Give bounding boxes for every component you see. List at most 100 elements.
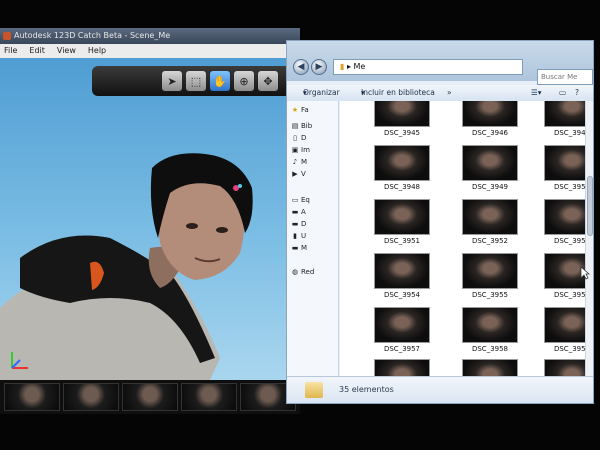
lasso-tool-button[interactable]: ⬚ <box>186 71 206 91</box>
nav-item[interactable]: ◍ Red <box>291 267 337 277</box>
breadcrumb-current[interactable]: Me <box>354 62 366 71</box>
vertical-scrollbar[interactable] <box>585 101 593 376</box>
zoom-tool-button[interactable]: ⊕ <box>234 71 254 91</box>
photo-preview <box>462 101 518 127</box>
menu-file[interactable]: File <box>4 44 17 58</box>
catch-window: Autodesk 123D Catch Beta - Scene_Me File… <box>0 28 300 414</box>
nav-item[interactable]: ▣ Im <box>291 145 337 155</box>
nav-item[interactable]: ▬ M <box>291 243 337 253</box>
orbit-icon: ✥ <box>263 74 273 88</box>
forward-arrow-icon: ▶ <box>315 62 323 72</box>
catch-title: Autodesk 123D Catch Beta - Scene_Me <box>14 31 171 40</box>
nav-item[interactable]: ♪ M <box>291 157 337 167</box>
photo-preview <box>374 359 430 376</box>
file-thumbnail[interactable] <box>462 359 518 376</box>
photo-preview <box>462 145 518 181</box>
file-thumbnail[interactable]: DSC_3948 <box>374 145 430 192</box>
nav-item-label: U <box>301 232 307 240</box>
item-count: 35 elementos <box>339 385 394 394</box>
file-thumbnail[interactable]: DSC_3950 <box>544 145 585 192</box>
nav-item[interactable]: ▮ U <box>291 231 337 241</box>
filmstrip-thumbnail[interactable] <box>181 383 237 411</box>
select-tool-button[interactable]: ➤ <box>162 71 182 91</box>
photo-preview <box>544 359 585 376</box>
3d-viewport[interactable]: ➤ ⬚ ✋ ⊕ ✥ <box>0 58 300 380</box>
file-name: DSC_3954 <box>383 291 421 299</box>
scrollbar-thumb[interactable] <box>587 176 593 236</box>
photo-preview <box>544 199 585 235</box>
nav-item[interactable]: ★ Fa <box>291 105 337 115</box>
file-thumbnail[interactable]: DSC_3957 <box>374 307 430 354</box>
organize-button[interactable]: Organizar ▾ <box>303 85 340 101</box>
more-commands-button[interactable]: » <box>447 85 452 101</box>
nav-item-label: Im <box>301 146 310 154</box>
file-thumbnail[interactable]: DSC_3947 <box>544 101 585 138</box>
document-icon: ▯ <box>293 134 297 142</box>
file-thumbnail[interactable]: DSC_3955 <box>462 253 518 300</box>
nav-item[interactable]: ▬ D <box>291 219 337 229</box>
filmstrip-thumbnail[interactable] <box>63 383 119 411</box>
file-thumbnail[interactable]: DSC_3956 <box>544 253 585 300</box>
filmstrip-thumbnail[interactable] <box>122 383 178 411</box>
3d-model[interactable] <box>0 58 300 380</box>
menu-help[interactable]: Help <box>88 44 106 58</box>
file-thumbnail[interactable]: DSC_3954 <box>374 253 430 300</box>
navigation-pane: ★ Fa ▤ Bib ▯ D ▣ Im ♪ M ▶ V ▭ Eq ▬ A ▬ D ▮ U ▬ M ◍ Red <box>287 101 339 376</box>
search-input[interactable]: Buscar Me <box>537 69 593 85</box>
nav-item-label: Fa <box>301 106 309 114</box>
filmstrip-thumbnail[interactable] <box>4 383 60 411</box>
nav-item[interactable]: ▤ Bib <box>291 121 337 131</box>
address-row: ◀ ▶ ▮ ▸ Me Buscar Me <box>287 41 593 85</box>
file-name: DSC_3958 <box>471 345 509 353</box>
hand-icon: ✋ <box>213 74 227 88</box>
preview-pane-icon[interactable]: ▭ <box>559 85 566 101</box>
menu-edit[interactable]: Edit <box>29 44 45 58</box>
photo-preview <box>374 253 430 289</box>
file-name: DSC_3947 <box>553 129 585 137</box>
folder-icon <box>305 382 323 398</box>
back-button[interactable]: ◀ <box>293 59 309 75</box>
file-thumbnail[interactable] <box>374 359 430 376</box>
help-icon[interactable]: ? <box>575 85 579 101</box>
file-list[interactable]: DSC_3945 DSC_3946 DSC_3947 DSC_3948 DSC_3949… <box>340 101 585 376</box>
nav-item[interactable]: ▭ Eq <box>291 195 337 205</box>
orbit-tool-button[interactable]: ✥ <box>258 71 278 91</box>
photo-preview <box>374 101 430 127</box>
file-thumbnail[interactable]: DSC_3951 <box>374 199 430 246</box>
usb-icon: ▮ <box>293 232 297 240</box>
photo-preview <box>374 145 430 181</box>
file-thumbnail[interactable]: DSC_3959 <box>544 307 585 354</box>
folder-icon: ▮ <box>340 62 345 71</box>
file-thumbnail[interactable]: DSC_3953 <box>544 199 585 246</box>
pan-tool-button[interactable]: ✋ <box>210 71 230 91</box>
file-name: DSC_3951 <box>383 237 421 245</box>
nav-item-label: Bib <box>301 122 313 130</box>
nav-item[interactable]: ▶ V <box>291 169 337 179</box>
file-name: DSC_3946 <box>471 129 509 137</box>
photo-preview <box>462 307 518 343</box>
zoom-icon: ⊕ <box>239 74 249 88</box>
network-icon: ◍ <box>291 268 299 276</box>
view-options-icon[interactable]: ☰▾ <box>531 85 542 101</box>
include-library-button[interactable]: Incluir en biblioteca ▾ <box>361 85 435 101</box>
lasso-icon: ⬚ <box>190 74 202 88</box>
address-bar[interactable]: ▮ ▸ Me <box>333 59 523 75</box>
menu-view[interactable]: View <box>57 44 76 58</box>
file-thumbnail[interactable] <box>544 359 585 376</box>
catch-titlebar[interactable]: Autodesk 123D Catch Beta - Scene_Me <box>0 28 300 44</box>
photo-preview <box>374 199 430 235</box>
nav-item[interactable]: ▬ A <box>291 207 337 217</box>
file-thumbnail[interactable]: DSC_3945 <box>374 101 430 138</box>
file-thumbnail[interactable]: DSC_3952 <box>462 199 518 246</box>
back-arrow-icon: ◀ <box>297 62 305 72</box>
file-thumbnail[interactable]: DSC_3958 <box>462 307 518 354</box>
file-thumbnail[interactable]: DSC_3946 <box>462 101 518 138</box>
photo-preview <box>374 307 430 343</box>
file-thumbnail[interactable]: DSC_3949 <box>462 145 518 192</box>
photo-preview <box>462 359 518 376</box>
catch-menubar: File Edit View Help <box>0 44 300 58</box>
forward-button[interactable]: ▶ <box>311 59 327 75</box>
nav-item[interactable]: ▯ D <box>291 133 337 143</box>
library-icon: ▤ <box>291 122 299 130</box>
nav-item-label: M <box>301 158 308 166</box>
